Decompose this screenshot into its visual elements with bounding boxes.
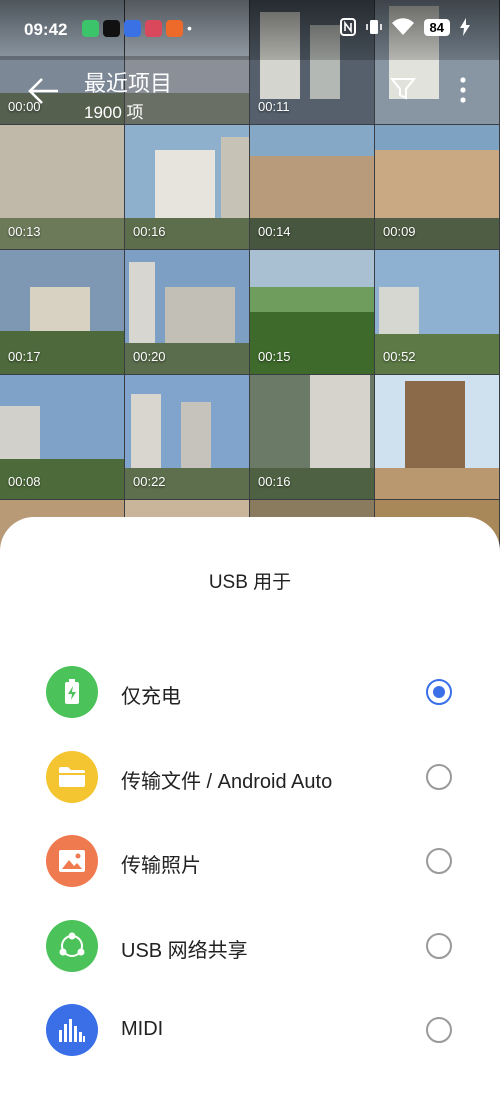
option-usb-tethering[interactable]: USB 网络共享 xyxy=(0,904,500,988)
status-bar: 09:42 • 84 xyxy=(0,0,500,60)
album-title: 最近项目 xyxy=(84,71,173,96)
notification-icons: • xyxy=(82,20,192,37)
sheet-title: USB 用于 xyxy=(208,572,292,593)
video-duration: 00:15 xyxy=(258,349,291,364)
usb-mode-sheet: USB 用于 仅充电 传输文件 / Android Auto 传输照片 USB … xyxy=(0,517,500,1104)
option-label: 传输照片 xyxy=(121,855,201,877)
video-thumbnail[interactable]: 00:16 xyxy=(125,125,249,249)
status-time: 09:42 xyxy=(24,20,68,39)
battery-level: 84 xyxy=(423,18,450,36)
video-duration: 00:52 xyxy=(383,349,416,364)
video-thumbnail[interactable]: 00:14 xyxy=(250,125,374,249)
option-file-transfer[interactable]: 传输文件 / Android Auto xyxy=(0,735,500,819)
vibrate-icon xyxy=(365,20,382,34)
photo-thumbnail[interactable] xyxy=(375,375,499,499)
item-count: 1900 项 xyxy=(84,103,144,122)
option-label: 仅充电 xyxy=(121,686,181,708)
video-duration: 00:14 xyxy=(258,224,291,239)
option-label: USB 网络共享 xyxy=(121,940,248,962)
app-notification-icon xyxy=(82,20,99,37)
video-thumbnail[interactable]: 00:52 xyxy=(375,250,499,374)
option-midi[interactable]: MIDI xyxy=(0,988,500,1072)
video-thumbnail[interactable]: 00:22 xyxy=(125,375,249,499)
video-thumbnail[interactable]: 00:08 xyxy=(0,375,124,499)
app-notification-icon xyxy=(166,20,183,37)
option-photo-transfer[interactable]: 传输照片 xyxy=(0,819,500,903)
header: 最近项目 1900 项 xyxy=(0,60,500,122)
charging-bolt-icon xyxy=(460,18,470,36)
video-thumbnail[interactable]: 00:13 xyxy=(0,125,124,249)
tiktok-icon xyxy=(103,20,120,37)
video-thumbnail[interactable]: 00:17 xyxy=(0,250,124,374)
video-thumbnail[interactable]: 00:16 xyxy=(250,375,374,499)
filter-icon[interactable] xyxy=(390,76,416,102)
video-thumbnail[interactable]: 00:20 xyxy=(125,250,249,374)
radio-unselected[interactable] xyxy=(426,848,452,874)
option-label: 传输文件 / Android Auto xyxy=(121,771,333,793)
more-options-icon[interactable] xyxy=(460,76,466,104)
video-duration: 00:16 xyxy=(133,224,166,239)
video-thumbnail[interactable]: 00:09 xyxy=(375,125,499,249)
photo-icon xyxy=(46,835,98,887)
video-duration: 00:22 xyxy=(133,474,166,489)
back-arrow-icon[interactable] xyxy=(28,76,60,106)
radio-selected[interactable] xyxy=(426,679,452,705)
option-charge-only[interactable]: 仅充电 xyxy=(0,650,500,734)
video-duration: 00:08 xyxy=(8,474,41,489)
share-network-icon xyxy=(46,920,98,972)
video-duration: 00:09 xyxy=(383,224,416,239)
nfc-icon xyxy=(339,18,356,36)
wifi-icon xyxy=(391,18,414,35)
baidu-icon xyxy=(124,20,141,37)
video-duration: 00:16 xyxy=(258,474,291,489)
audio-equalizer-icon xyxy=(46,1004,98,1056)
system-icons: 84 xyxy=(339,18,470,36)
app-notification-icon xyxy=(145,20,162,37)
video-thumbnail[interactable]: 00:15 xyxy=(250,250,374,374)
radio-unselected[interactable] xyxy=(426,933,452,959)
radio-unselected[interactable] xyxy=(426,1017,452,1043)
battery-charging-icon xyxy=(46,666,98,718)
video-duration: 00:20 xyxy=(133,349,166,364)
option-label: MIDI xyxy=(121,1018,164,1040)
folder-icon xyxy=(46,751,98,803)
radio-unselected[interactable] xyxy=(426,764,452,790)
more-notifications-dot: • xyxy=(187,20,192,36)
video-duration: 00:13 xyxy=(8,224,41,239)
video-duration: 00:17 xyxy=(8,349,41,364)
